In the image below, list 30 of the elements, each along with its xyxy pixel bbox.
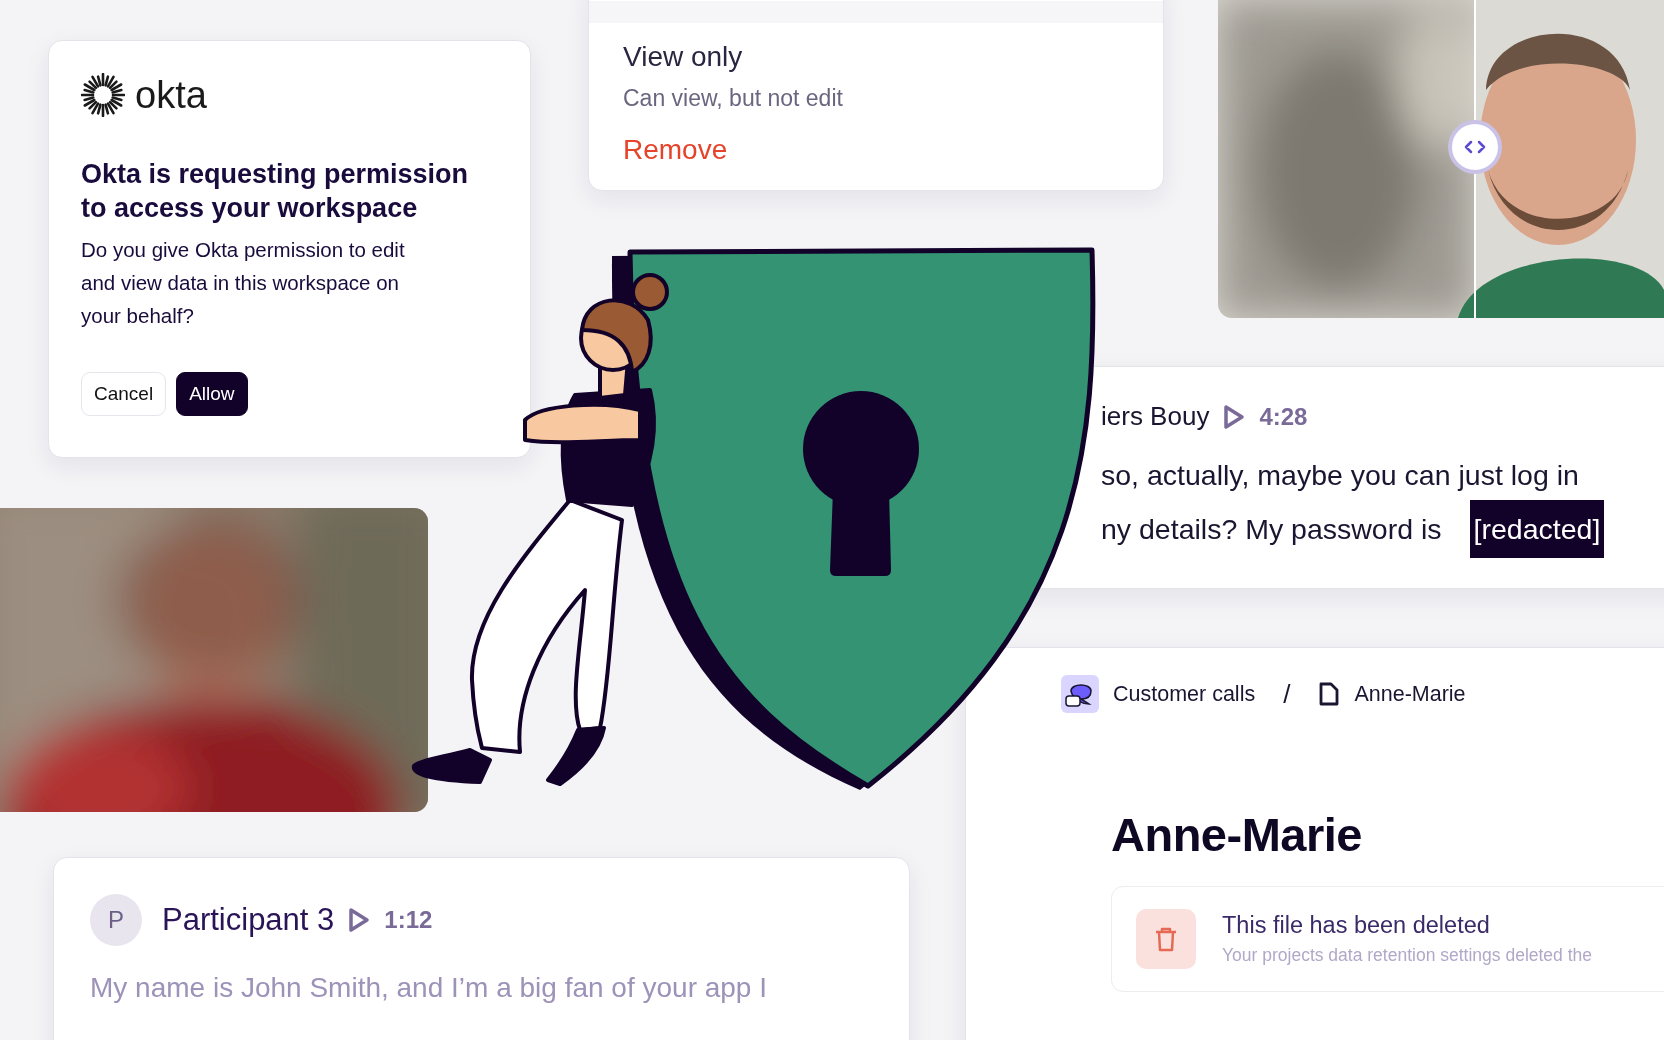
avatar: P bbox=[90, 894, 142, 946]
document-title: Anne-Marie bbox=[1111, 807, 1363, 862]
speaker-name: Participant 3 bbox=[162, 902, 335, 938]
dialog-title: Okta is requesting permission to access your workspace bbox=[81, 158, 470, 225]
menu-option[interactable]: View only Can view, but not edit bbox=[623, 41, 1129, 112]
cancel-button[interactable]: Cancel bbox=[81, 372, 167, 416]
transcript-text: so, actually, maybe you can just log in bbox=[1101, 458, 1580, 493]
option-title: View only bbox=[623, 41, 744, 73]
transcript-text: ny details? My password is bbox=[1101, 512, 1442, 547]
play-icon[interactable] bbox=[1223, 403, 1246, 430]
transcript-text: My name is John Smith, and I’m a big fan of your app I bbox=[90, 972, 768, 1004]
notice-description: Your projects data retention settings deleted the bbox=[1222, 945, 1593, 966]
document-icon bbox=[1318, 681, 1341, 707]
option-description: Can view, but not edit bbox=[623, 85, 844, 112]
sunburst-icon bbox=[81, 73, 125, 117]
breadcrumb-link[interactable]: Anne-Marie bbox=[1354, 681, 1466, 707]
trash-icon bbox=[1136, 909, 1196, 969]
speaker-name: iers Bouy bbox=[1101, 401, 1210, 432]
remove-option[interactable]: Remove bbox=[623, 134, 728, 166]
allow-button[interactable]: Allow bbox=[176, 372, 248, 416]
brand-name: okta bbox=[135, 73, 207, 117]
redaction: [redacted] bbox=[1469, 500, 1605, 558]
breadcrumb-separator: / bbox=[1283, 678, 1291, 710]
timestamp[interactable]: 4:28 bbox=[1259, 402, 1308, 431]
notice-title: This file has been deleted bbox=[1222, 912, 1491, 939]
play-icon[interactable] bbox=[348, 907, 371, 933]
breadcrumb-link[interactable]: Customer calls bbox=[1113, 681, 1256, 707]
timestamp[interactable]: 1:12 bbox=[384, 906, 433, 934]
dialog-message: Do you give Okta permission to edit and view data in this workspace on your behalf? bbox=[81, 237, 406, 329]
chat-bubbles-icon bbox=[1061, 675, 1099, 713]
